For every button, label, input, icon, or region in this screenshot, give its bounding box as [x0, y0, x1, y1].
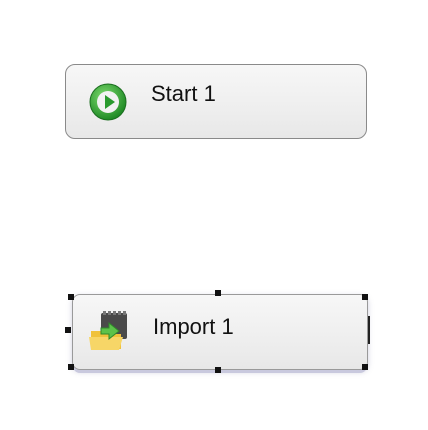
- resize-handle-bottom[interactable]: [215, 367, 221, 373]
- start-node[interactable]: Start 1: [65, 64, 367, 139]
- import-folder-icon: [87, 309, 133, 355]
- resize-handle-bottom-right[interactable]: [362, 364, 368, 370]
- resize-handle-top-right[interactable]: [362, 294, 368, 300]
- import-node-label: Import 1: [153, 314, 234, 339]
- resize-edge-right[interactable]: [368, 316, 370, 344]
- start-node-label: Start 1: [151, 81, 216, 106]
- import-node[interactable]: Import 1: [72, 294, 368, 370]
- resize-handle-top-left[interactable]: [68, 294, 74, 300]
- resize-handle-top[interactable]: [215, 290, 221, 296]
- play-icon: [88, 82, 128, 122]
- resize-handle-bottom-left[interactable]: [68, 364, 74, 370]
- resize-handle-left[interactable]: [65, 327, 71, 333]
